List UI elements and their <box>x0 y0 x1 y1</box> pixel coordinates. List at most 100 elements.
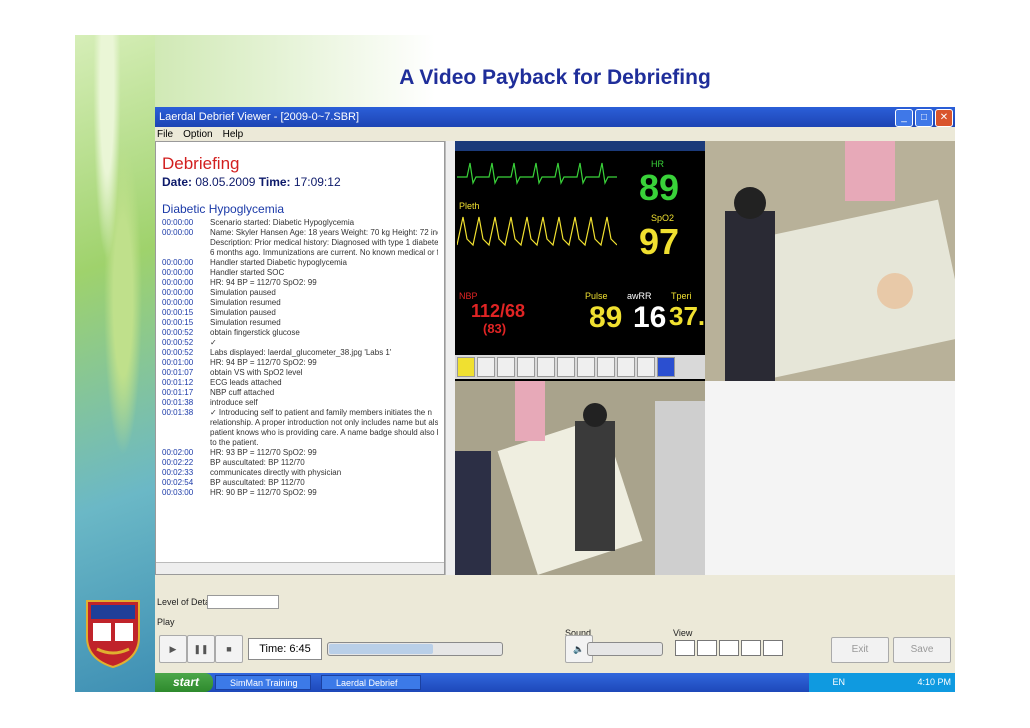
playback-controls: ▶ ❚❚ ■ Time: 6:45 🔈 Exit Save <box>155 635 955 665</box>
log-time: 00:00:15 <box>162 308 194 317</box>
level-of-detail-slider[interactable] <box>207 595 279 609</box>
log-time: 00:00:52 <box>162 328 194 337</box>
save-button[interactable]: Save <box>893 637 951 663</box>
temp-label: Tperi <box>671 291 692 301</box>
log-message: HR: 90 BP = 112/70 SpO2: 99 <box>210 488 317 497</box>
log-message: Simulation paused <box>210 288 276 297</box>
scenario-title: Diabetic Hypoglycemia <box>162 202 285 216</box>
nbp-mean: (83) <box>483 321 507 336</box>
log-time: 00:00:00 <box>162 288 194 297</box>
play-label: Play <box>157 617 175 627</box>
monitor-tool-button[interactable] <box>477 357 495 377</box>
log-time: 00:00:00 <box>162 278 194 287</box>
log-row: relationship. A proper introduction not … <box>162 418 438 428</box>
log-row: patient knows who is providing care. A n… <box>162 428 438 438</box>
log-message: Handler started SOC <box>210 268 285 277</box>
monitor-tool-button[interactable] <box>597 357 615 377</box>
log-message: Handler started Diabetic hypoglycemia <box>210 258 347 267</box>
log-row: 00:02:33 communicates directly with physi… <box>162 468 438 478</box>
log-row: 00:01:17 NBP cuff attached <box>162 388 438 398</box>
maximize-icon[interactable]: □ <box>915 109 933 127</box>
patient-monitor-video: Pleth HR 89 SpO2 97 NBP 112/68 (83) Puls… <box>455 141 705 381</box>
language-indicator[interactable]: EN <box>832 677 845 687</box>
nbp-label: NBP <box>459 291 478 301</box>
temp-value: 37.1 <box>669 301 705 331</box>
horizontal-scrollbar[interactable] <box>156 562 444 574</box>
slide-title: A Video Payback for Debriefing <box>399 66 711 89</box>
log-message: Description: Prior medical history: Diag… <box>210 238 438 247</box>
view-layout-1-icon[interactable] <box>675 640 695 656</box>
log-time: 00:02:00 <box>162 448 194 457</box>
pleth-waveform <box>457 216 617 247</box>
log-row: 00:00:00 Name: Skyler Hansen Age: 18 year… <box>162 228 438 238</box>
log-row: Description: Prior medical history: Diag… <box>162 238 438 248</box>
event-log: 00:00:00 Scenario started: Diabetic Hypog… <box>162 218 438 498</box>
vertical-scrollbar[interactable] <box>445 141 455 575</box>
log-time: 00:00:52 <box>162 348 194 357</box>
empty-video-slot <box>705 381 955 575</box>
monitor-tool-button[interactable] <box>577 357 595 377</box>
log-message: obtain fingerstick glucose <box>210 328 300 337</box>
university-crest-logo <box>86 600 140 669</box>
log-time: 00:00:00 <box>162 218 194 227</box>
view-layout-5-icon[interactable] <box>763 640 783 656</box>
debrief-heading: Debriefing <box>162 154 240 173</box>
monitor-tool-button[interactable] <box>537 357 555 377</box>
monitor-tool-button[interactable] <box>657 357 675 377</box>
playback-slider[interactable] <box>327 642 503 656</box>
log-row: 00:02:54 BP auscultated: BP 112/70 <box>162 478 438 488</box>
date-time-line: Date: 08.05.2009 Time: 17:09:12 <box>162 175 341 189</box>
log-row: 00:00:00 HR: 94 BP = 112/70 SpO2: 99 <box>162 278 438 288</box>
volume-slider[interactable] <box>587 642 663 656</box>
play-icon[interactable]: ▶ <box>159 635 187 663</box>
log-time: 00:02:54 <box>162 478 194 487</box>
monitor-tool-button[interactable] <box>557 357 575 377</box>
camera-view-1 <box>705 141 955 381</box>
log-time <box>162 438 210 448</box>
monitor-tool-button[interactable] <box>637 357 655 377</box>
log-row: 00:00:15 Simulation paused <box>162 308 438 318</box>
view-layout-3-icon[interactable] <box>719 640 739 656</box>
awrr-value: 16 <box>633 301 667 334</box>
taskbar-item-debrief-viewer[interactable]: Laerdal Debrief Viewer... <box>321 675 421 690</box>
debrief-log-panel[interactable]: Debriefing Date: 08.05.2009 Time: 17:09:… <box>155 141 445 575</box>
monitor-tool-button[interactable] <box>617 357 635 377</box>
log-time: 00:00:00 <box>162 258 194 267</box>
pause-icon[interactable]: ❚❚ <box>187 635 215 663</box>
ecg-waveform <box>457 162 617 185</box>
monitor-tool-button[interactable] <box>517 357 535 377</box>
pulse-label: Pulse <box>585 291 608 301</box>
menu-file[interactable]: File <box>157 129 173 140</box>
log-message: obtain VS with SpO2 level <box>210 368 303 377</box>
log-time <box>162 418 210 428</box>
log-row: 00:00:00 Scenario started: Diabetic Hypog… <box>162 218 438 228</box>
menu-option[interactable]: Option <box>183 129 212 140</box>
log-row: 00:01:00 HR: 94 BP = 112/70 SpO2: 99 <box>162 358 438 368</box>
spo2-value: 97 <box>639 221 680 262</box>
log-message: BP auscultated: BP 112/70 <box>210 458 305 467</box>
log-time: 00:00:00 <box>162 228 194 237</box>
taskbar-item-simman[interactable]: SimMan Training <box>215 675 311 690</box>
log-message: HR: 94 BP = 112/70 SpO2: 99 <box>210 358 317 367</box>
playback-progress <box>329 644 434 654</box>
log-message: ✓ Introducing self to patient and family… <box>210 408 432 417</box>
close-icon[interactable]: ✕ <box>935 109 953 127</box>
menu-help[interactable]: Help <box>223 129 244 140</box>
log-row: 00:01:12 ECG leads attached <box>162 378 438 388</box>
minimize-icon[interactable]: _ <box>895 109 913 127</box>
log-message: Simulation resumed <box>210 318 281 327</box>
view-layout-4-icon[interactable] <box>741 640 761 656</box>
monitor-top-bar <box>455 141 705 151</box>
start-button[interactable]: start <box>155 673 213 692</box>
stop-icon[interactable]: ■ <box>215 635 243 663</box>
monitor-tool-button[interactable] <box>497 357 515 377</box>
system-tray: EN 4:10 PM <box>809 673 955 692</box>
log-time <box>162 238 210 248</box>
exit-button[interactable]: Exit <box>831 637 889 663</box>
view-layout-2-icon[interactable] <box>697 640 717 656</box>
log-time: 00:01:17 <box>162 388 194 397</box>
log-row: 00:00:52 obtain fingerstick glucose <box>162 328 438 338</box>
monitor-tool-button[interactable] <box>457 357 475 377</box>
log-row: 00:03:00 HR: 90 BP = 112/70 SpO2: 99 <box>162 488 438 498</box>
debrief-viewer-window: Laerdal Debrief Viewer - [2009-0~7.SBR] … <box>155 107 955 692</box>
